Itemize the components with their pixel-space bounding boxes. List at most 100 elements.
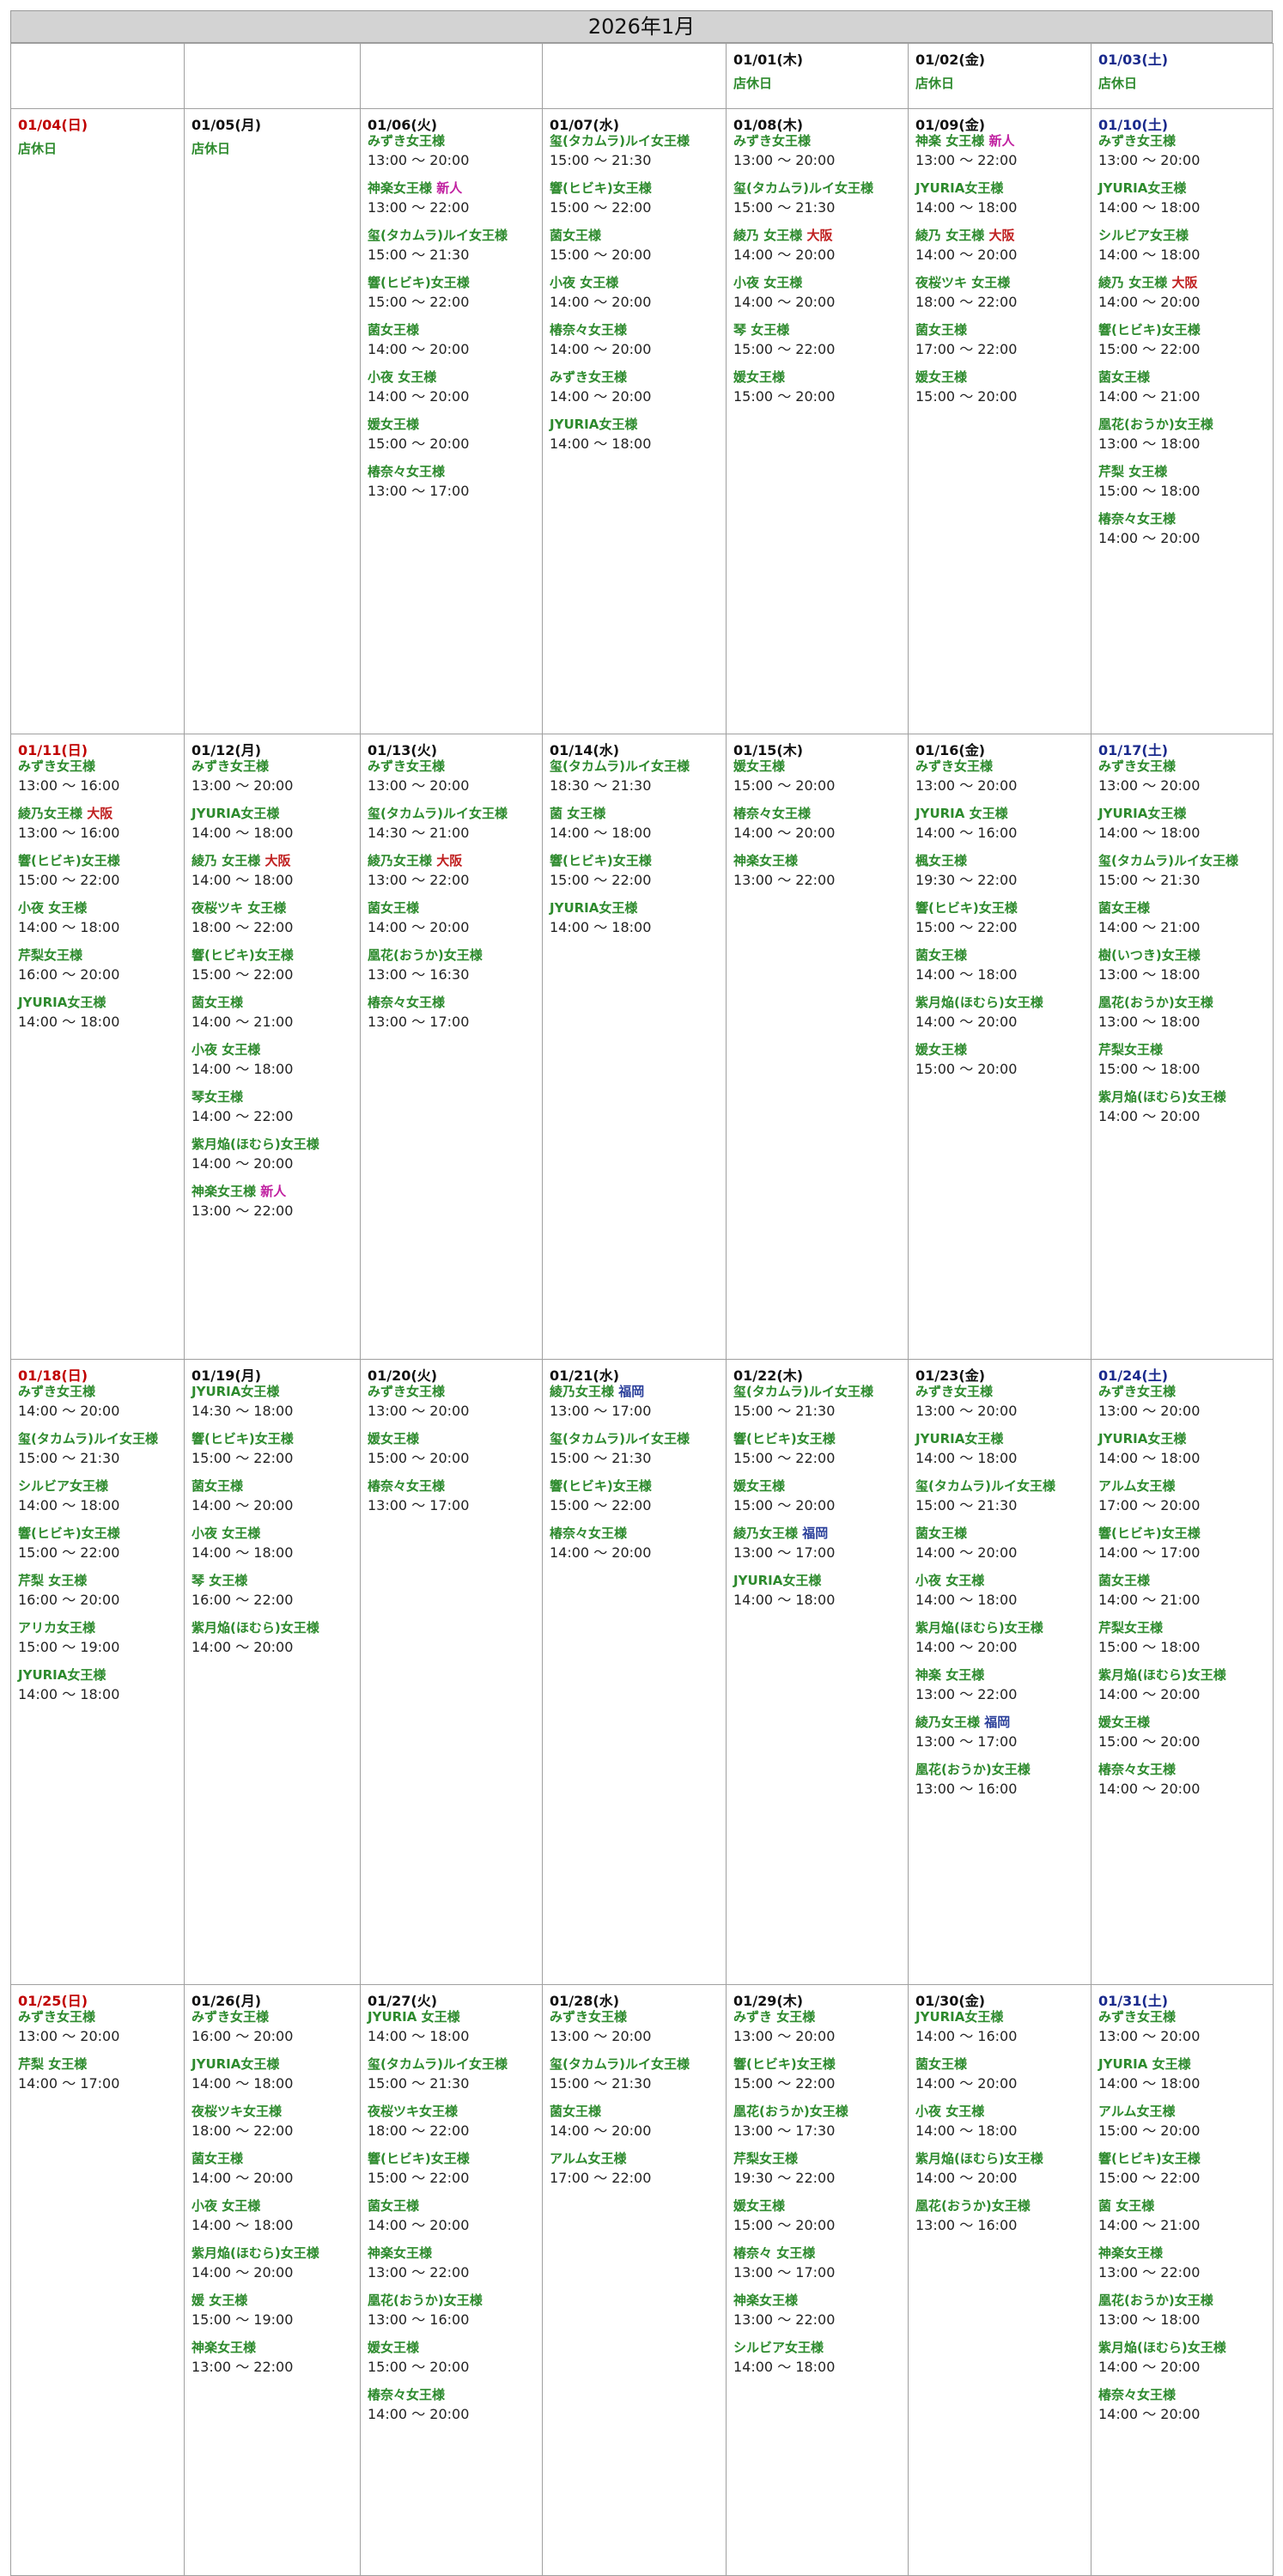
performer-name: JYURIA女王様 [915,1431,1004,1446]
performer-name: 響(ヒビキ)女王様 [192,947,294,963]
performer-name: 媛女王様 [733,758,786,774]
shift-entry: みずき女王様 13:00 ～ 20:00 [11,2008,184,2046]
shift-time: 14:00 ～ 20:00 [915,1639,1018,1655]
shift-entry: 玺(タカムラ)ルイ女王様 14:30 ～ 21:00 [361,805,542,843]
performer-name: 凰花(おうか)女王様 [1098,2293,1213,2308]
shift-entry: 響(ヒビキ)女王様 15:00 ～ 22:00 [1091,2150,1273,2188]
day-cell: 01/12(月) みずき女王様 13:00 ～ 20:00 JYURIA女王様 14:0… [184,734,361,1360]
shift-time: 15:00 ～ 19:00 [18,1639,120,1655]
performer-name: 菌女王様 [192,1478,244,1494]
performer-name: 響(ヒビキ)女王様 [550,853,652,868]
performer-name-line: JYURIA女王様 [18,994,184,1012]
empty-day-cell [184,43,361,109]
performer-name: 紫月焔(ほむら)女王様 [915,995,1043,1010]
performer-name-line: アルム女王様 [1098,1477,1273,1495]
shift-time: 13:00 ～ 20:00 [733,2028,836,2044]
performer-name-line: 綾乃 女王様 大阪 [1098,274,1273,292]
performer-name: 樹(いつき)女王様 [1098,947,1201,963]
shift-entry: 響(ヒビキ)女王様 15:00 ～ 22:00 [361,274,542,312]
performer-name: 神楽女王様 [1098,2245,1164,2261]
week-row: 01/04(日) 店休日 01/05(月) 店休日 01/06(火) みずき女王様 13:0… [10,108,1274,734]
shift-time: 14:00 ～ 22:00 [192,1108,294,1124]
shift-time: 17:00 ～ 20:00 [1098,1497,1201,1513]
performer-name: みずき女王様 [18,758,96,774]
shift-entry: 菌女王様 14:00 ～ 21:00 [1091,899,1273,937]
shift-entry: 媛女王様 15:00 ～ 20:00 [727,758,908,795]
performer-name: 凰花(おうか)女王様 [915,2198,1031,2214]
shift-entry: 紫月焔(ほむら)女王様 14:00 ～ 20:00 [1091,2339,1273,2377]
shift-time: 14:00 ～ 18:00 [915,966,1018,983]
shift-entry: JYURIA 女王様 14:00 ～ 18:00 [1091,2055,1273,2093]
shift-entry: みずき女王様 13:00 ～ 20:00 [727,132,908,170]
performer-name-line: 菌 女王様 [1098,2197,1273,2215]
performer-name: みずき女王様 [550,2009,628,2025]
performer-name-line: 椿奈々女王様 [1098,510,1273,528]
performer-name-line: シルビア女王様 [733,2339,908,2357]
shift-time: 14:00 ～ 20:00 [1098,294,1201,310]
empty-day-cell [10,43,185,109]
day-cell: 01/02(金) 店休日 [908,43,1091,109]
shift-entry: 小夜 女王様 14:00 ～ 18:00 [909,2103,1091,2141]
performer-name-line: 響(ヒビキ)女王様 [368,274,542,292]
performer-name: みずき女王様 [1098,758,1177,774]
shift-time: 14:00 ～ 20:00 [368,341,470,357]
performer-name-line: 琴 女王様 [192,1572,360,1590]
performer-name: JYURIA 女王様 [368,2009,460,2025]
shift-time: 17:00 ～ 22:00 [550,2170,652,2186]
day-date: 01/18(日) [18,1367,88,1384]
shift-time: 13:00 ～ 20:00 [368,777,470,794]
shift-entry: 綾乃 女王様 大阪 14:00 ～ 20:00 [727,227,908,265]
shift-entry: JYURIA女王様 14:00 ～ 18:00 [727,1572,908,1610]
shift-entry: みずき女王様 13:00 ～ 20:00 [909,758,1091,795]
day-cell: 01/25(日) みずき女王様 13:00 ～ 20:00 芹梨 女王様 14:00 ～… [10,1984,185,2576]
day-date: 01/28(水) [550,1993,620,2009]
performer-name-line: 玺(タカムラ)ルイ女王様 [550,132,726,150]
shift-time: 13:00 ～ 17:00 [368,1497,470,1513]
performer-name: 菌 女王様 [1098,2198,1155,2214]
shift-time: 15:00 ～ 20:00 [368,1450,470,1466]
performer-name: 響(ヒビキ)女王様 [733,1431,836,1446]
shift-time: 14:00 ～ 18:00 [192,1061,294,1077]
shift-time: 15:00 ～ 18:00 [1098,1061,1201,1077]
performer-name: 響(ヒビキ)女王様 [368,275,470,290]
shift-time: 19:30 ～ 22:00 [915,872,1018,888]
day-cell: 01/29(木) みずき 女王様 13:00 ～ 20:00 響(ヒビキ)女王様 15:… [726,1984,909,2576]
performer-name-line: 芹梨 女王様 [18,1572,184,1590]
shift-time: 14:00 ～ 20:00 [733,294,836,310]
shift-entry: 小夜 女王様 14:00 ～ 18:00 [909,1572,1091,1610]
closed-label: 店休日 [192,141,231,156]
shift-time: 15:00 ～ 21:30 [733,199,836,216]
shift-time: 13:00 ～ 22:00 [733,872,836,888]
shift-time: 14:00 ～ 18:00 [18,1686,120,1702]
performer-name-line: JYURIA女王様 [915,180,1091,198]
performer-name-line: みずき女王様 [368,132,542,150]
shift-entry: 綾乃 女王様 大阪 14:00 ～ 20:00 [909,227,1091,265]
shift-entry: 紫月焔(ほむら)女王様 14:00 ～ 20:00 [909,2150,1091,2188]
performer-name: JYURIA女王様 [550,900,638,916]
shift-time: 13:00 ～ 22:00 [192,1203,294,1219]
shift-time: 15:00 ～ 22:00 [733,2075,836,2092]
shift-entry: 小夜 女王様 14:00 ～ 20:00 [543,274,726,312]
performer-name: 響(ヒビキ)女王様 [550,180,652,196]
performer-name: 菌女王様 [550,2104,602,2119]
performer-name: アルム女王様 [1098,2104,1176,2119]
shift-time: 15:00 ～ 21:30 [550,1450,652,1466]
performer-name-line: 菌女王様 [550,2103,726,2121]
shift-time: 13:00 ～ 17:00 [368,1014,470,1030]
shift-time: 16:00 ～ 20:00 [18,966,120,983]
shift-time: 17:00 ～ 22:00 [915,341,1018,357]
shift-entry: 媛 女王様 15:00 ～ 19:00 [185,2292,360,2329]
performer-name: みずき女王様 [915,1384,994,1399]
performer-tag: 大阪 [87,806,113,821]
shift-time: 15:00 ～ 21:30 [733,1403,836,1419]
day-cell: 01/09(金) 神楽 女王様 新人 13:00 ～ 22:00 JYURIA女王様 1… [908,108,1091,734]
performer-name: 玺(タカムラ)ルイ女王様 [550,1431,690,1446]
performer-name: 菌 女王様 [550,806,606,821]
performer-name-line: みずき女王様 [915,758,1091,776]
performer-name: 紫月焔(ほむら)女王様 [915,1620,1043,1635]
shift-time: 14:00 ～ 18:00 [550,919,652,935]
shift-time: 13:00 ～ 16:00 [915,1781,1018,1797]
shift-time: 13:00 ～ 18:00 [1098,2311,1201,2328]
performer-name: 凰花(おうか)女王様 [368,2293,483,2308]
shift-entry: 菌女王様 14:00 ～ 20:00 [361,899,542,937]
